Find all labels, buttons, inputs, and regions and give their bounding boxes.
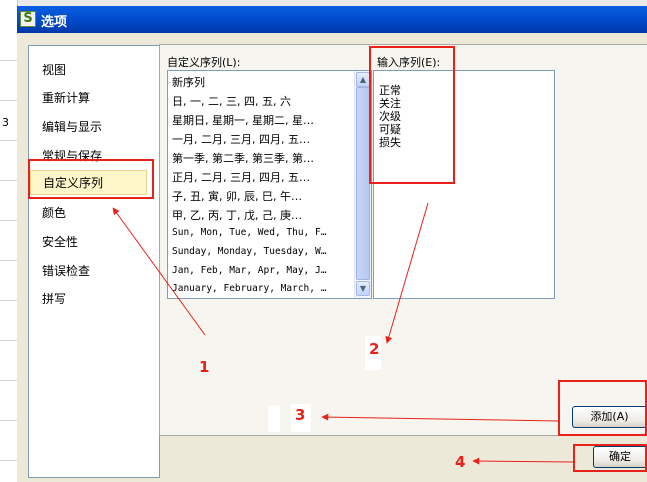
scroll-up-icon[interactable]: ▲ xyxy=(356,72,370,87)
highlight-ok-button xyxy=(573,444,647,472)
highlight-add-button xyxy=(558,380,647,436)
list-item[interactable]: 新序列 xyxy=(172,74,352,90)
nav-item-error-check[interactable]: 错误检查 xyxy=(42,262,90,279)
options-nav: 视图 重新计算 编辑与显示 常规与保存 自定义序列 颜色 安全性 错误检查 拼写 xyxy=(28,45,160,478)
background-cell-text: 3 xyxy=(2,116,9,129)
nav-item-edit-display[interactable]: 编辑与显示 xyxy=(42,118,102,135)
list-item[interactable]: 子, 丑, 寅, 卯, 辰, 巳, 午… xyxy=(172,188,352,204)
list-item[interactable]: 日, 一, 二, 三, 四, 五, 六 xyxy=(172,93,352,109)
custom-lists-listbox[interactable]: 新序列 日, 一, 二, 三, 四, 五, 六 星期日, 星期一, 星期二, 星… xyxy=(167,70,372,299)
list-item[interactable]: Jan, Feb, Mar, Apr, May, J… xyxy=(172,265,352,276)
list-item[interactable]: Sun, Mon, Tue, Wed, Thu, F… xyxy=(172,227,352,238)
list-item[interactable]: 正月, 二月, 三月, 四月, 五… xyxy=(172,169,352,185)
list-item[interactable]: 甲, 乙, 丙, 丁, 戊, 己, 庚… xyxy=(172,207,352,223)
list-item[interactable]: January, February, March, … xyxy=(172,283,352,294)
annotation-patch xyxy=(268,406,280,432)
list-item[interactable]: 第一季, 第二季, 第三季, 第… xyxy=(172,150,352,166)
background-sheet xyxy=(0,0,18,482)
highlight-custom-lists-nav xyxy=(28,159,154,199)
dialog-titlebar[interactable]: S 选项 xyxy=(17,6,647,33)
scroll-thumb[interactable] xyxy=(356,87,370,280)
annotation-1: 1 xyxy=(199,358,210,376)
app-logo-icon: S xyxy=(20,11,36,27)
list-item[interactable]: Sunday, Monday, Tuesday, W… xyxy=(172,246,352,257)
list-item[interactable]: 一月, 二月, 三月, 四月, 五… xyxy=(172,131,352,147)
highlight-input-list xyxy=(369,46,455,184)
options-dialog: S 选项 视图 重新计算 编辑与显示 常规与保存 自定义序列 颜色 安全性 错误… xyxy=(17,6,647,482)
annotation-3: 3 xyxy=(295,406,306,424)
nav-item-spelling[interactable]: 拼写 xyxy=(42,290,66,307)
annotation-4: 4 xyxy=(455,453,466,471)
nav-item-color[interactable]: 颜色 xyxy=(42,204,66,221)
list-item[interactable]: 星期日, 星期一, 星期二, 星… xyxy=(172,112,352,128)
nav-item-view[interactable]: 视图 xyxy=(42,61,66,78)
dialog-title: 选项 xyxy=(41,15,68,30)
scroll-down-icon[interactable]: ▼ xyxy=(356,281,370,296)
nav-item-recalculate[interactable]: 重新计算 xyxy=(42,89,90,106)
nav-item-security[interactable]: 安全性 xyxy=(42,233,78,250)
annotation-2: 2 xyxy=(369,340,380,358)
custom-lists-label: 自定义序列(L): xyxy=(167,56,241,69)
